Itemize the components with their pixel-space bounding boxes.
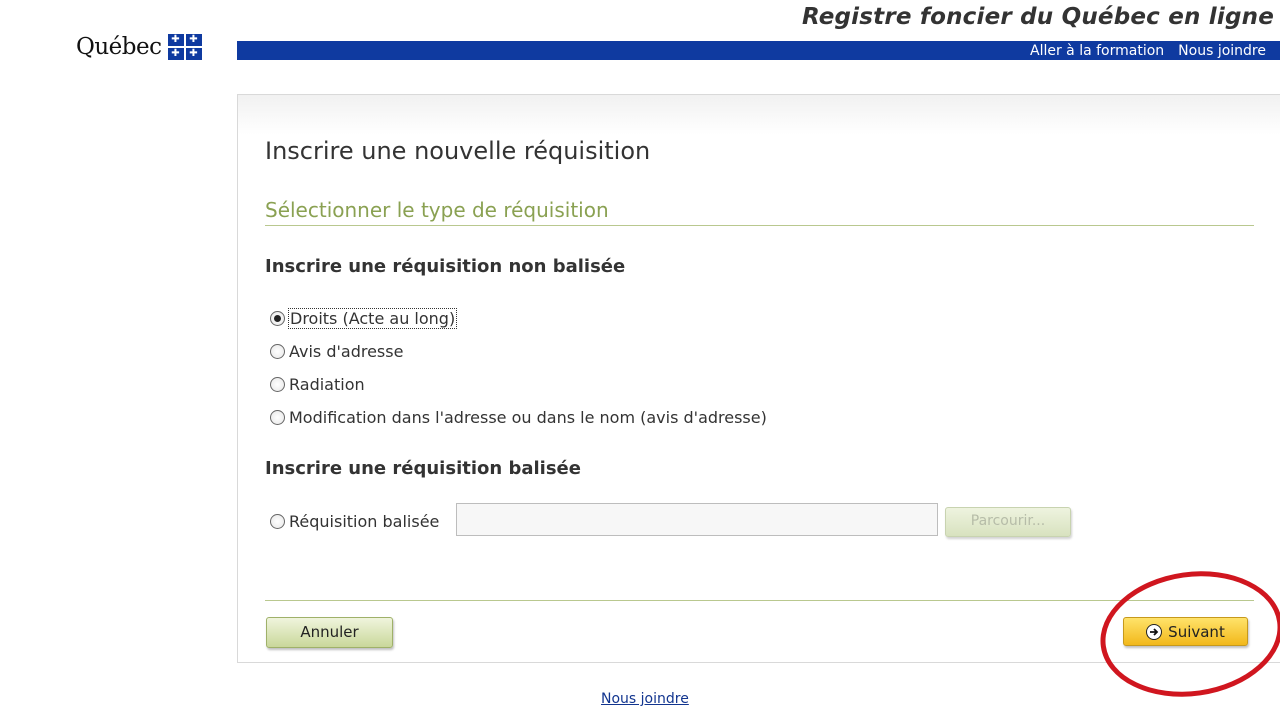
radio-button[interactable] <box>270 410 285 425</box>
panel-shade <box>238 95 1280 135</box>
main-panel: Inscrire une nouvelle réquisition Sélect… <box>237 94 1280 663</box>
link-formation[interactable]: Aller à la formation <box>1030 43 1164 59</box>
bottom-divider <box>265 600 1254 601</box>
header-links: Aller à la formation Nous joindre <box>1030 41 1266 60</box>
browse-button[interactable]: Parcourir... <box>945 507 1071 537</box>
group-title-marked: Inscrire une réquisition balisée <box>265 458 581 479</box>
radio-button[interactable] <box>270 311 285 326</box>
group-title-unmarked: Inscrire une réquisition non balisée <box>265 256 626 277</box>
file-path-input[interactable] <box>456 503 938 536</box>
section-title: Sélectionner le type de réquisition <box>265 198 609 222</box>
page-title: Inscrire une nouvelle réquisition <box>265 137 651 165</box>
radio-label: Réquisition balisée <box>289 512 440 531</box>
fleur-de-lis-flag-icon: ✚ ✚ ✚ ✚ <box>167 34 202 60</box>
radio-button[interactable] <box>270 377 285 392</box>
radio-label: Radiation <box>289 375 365 394</box>
cancel-button[interactable]: Annuler <box>266 617 393 648</box>
link-contact[interactable]: Nous joindre <box>1178 43 1266 59</box>
radio-option-modification[interactable]: Modification dans l'adresse ou dans le n… <box>270 408 767 427</box>
radio-label: Modification dans l'adresse ou dans le n… <box>289 408 767 427</box>
radio-option-droits[interactable]: Droits (Acte au long) <box>270 308 458 329</box>
quebec-logo[interactable]: Québec ✚ ✚ ✚ ✚ <box>76 34 202 60</box>
site-title: Registre foncier du Québec en ligne <box>801 4 1274 30</box>
radio-button[interactable] <box>270 344 285 359</box>
radio-label: Avis d'adresse <box>289 342 404 361</box>
radio-option-radiation[interactable]: Radiation <box>270 375 365 394</box>
footer-contact-link[interactable]: Nous joindre <box>601 691 689 707</box>
logo-text: Québec <box>76 34 162 60</box>
radio-button[interactable] <box>270 514 285 529</box>
radio-label: Droits (Acte au long) <box>287 308 458 329</box>
radio-option-requisition-balisee[interactable]: Réquisition balisée <box>270 512 439 531</box>
radio-option-avis-adresse[interactable]: Avis d'adresse <box>270 342 403 361</box>
section-divider <box>265 225 1254 226</box>
